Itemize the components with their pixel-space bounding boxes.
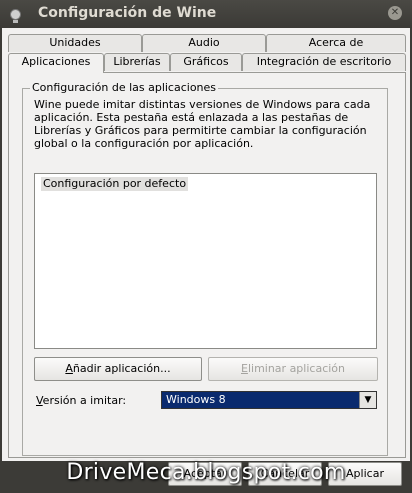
version-label: Versión a imitar:: [36, 394, 126, 407]
close-icon[interactable]: ✕: [388, 6, 402, 20]
dialog-body: Unidades Audio Acerca de Aplicaciones Li…: [2, 28, 410, 486]
applications-list[interactable]: Configuración por defecto: [34, 173, 377, 349]
add-button-label: ñadir aplicación...: [72, 362, 171, 375]
tab-aplicaciones[interactable]: Aplicaciones: [8, 53, 104, 73]
tab-graficos[interactable]: Gráficos: [170, 53, 242, 71]
remove-application-button[interactable]: Eliminar aplicación: [208, 357, 378, 381]
tab-integracion-escritorio[interactable]: Integración de escritorio: [242, 53, 406, 71]
tab-unidades[interactable]: Unidades: [8, 34, 142, 52]
add-button-mnemonic: A: [65, 362, 73, 375]
add-application-button[interactable]: Añadir aplicación...: [34, 357, 202, 381]
selected-version: Windows 8: [166, 393, 226, 406]
group-label: Configuración de las aplicaciones: [30, 81, 219, 94]
remove-button-label: liminar aplicación: [247, 362, 345, 375]
remove-button-mnemonic: E: [241, 362, 248, 375]
window-title: Configuración de Wine: [38, 5, 217, 21]
tab-row-front: Aplicaciones Librerías Gráficos Integrac…: [8, 53, 406, 73]
tab-librerias[interactable]: Librerías: [104, 53, 170, 71]
tab-acerca-de[interactable]: Acerca de: [266, 34, 406, 52]
tab-audio[interactable]: Audio: [142, 34, 266, 52]
list-item[interactable]: Configuración por defecto: [41, 177, 189, 191]
version-label-mnemonic: V: [36, 394, 43, 407]
version-label-text: ersión a imitar:: [42, 394, 127, 407]
group-description: Wine puede imitar distintas versiones de…: [34, 98, 371, 150]
title-bar: Configuración de Wine ✕: [0, 0, 412, 28]
windows-version-select[interactable]: Windows 8 ▼: [161, 391, 377, 409]
tab-row-back: Unidades Audio Acerca de: [8, 34, 406, 52]
watermark-text: DriveMeca.blogspot.com: [66, 460, 346, 485]
wine-glass-icon: [10, 9, 21, 23]
chevron-down-icon[interactable]: ▼: [359, 392, 376, 408]
